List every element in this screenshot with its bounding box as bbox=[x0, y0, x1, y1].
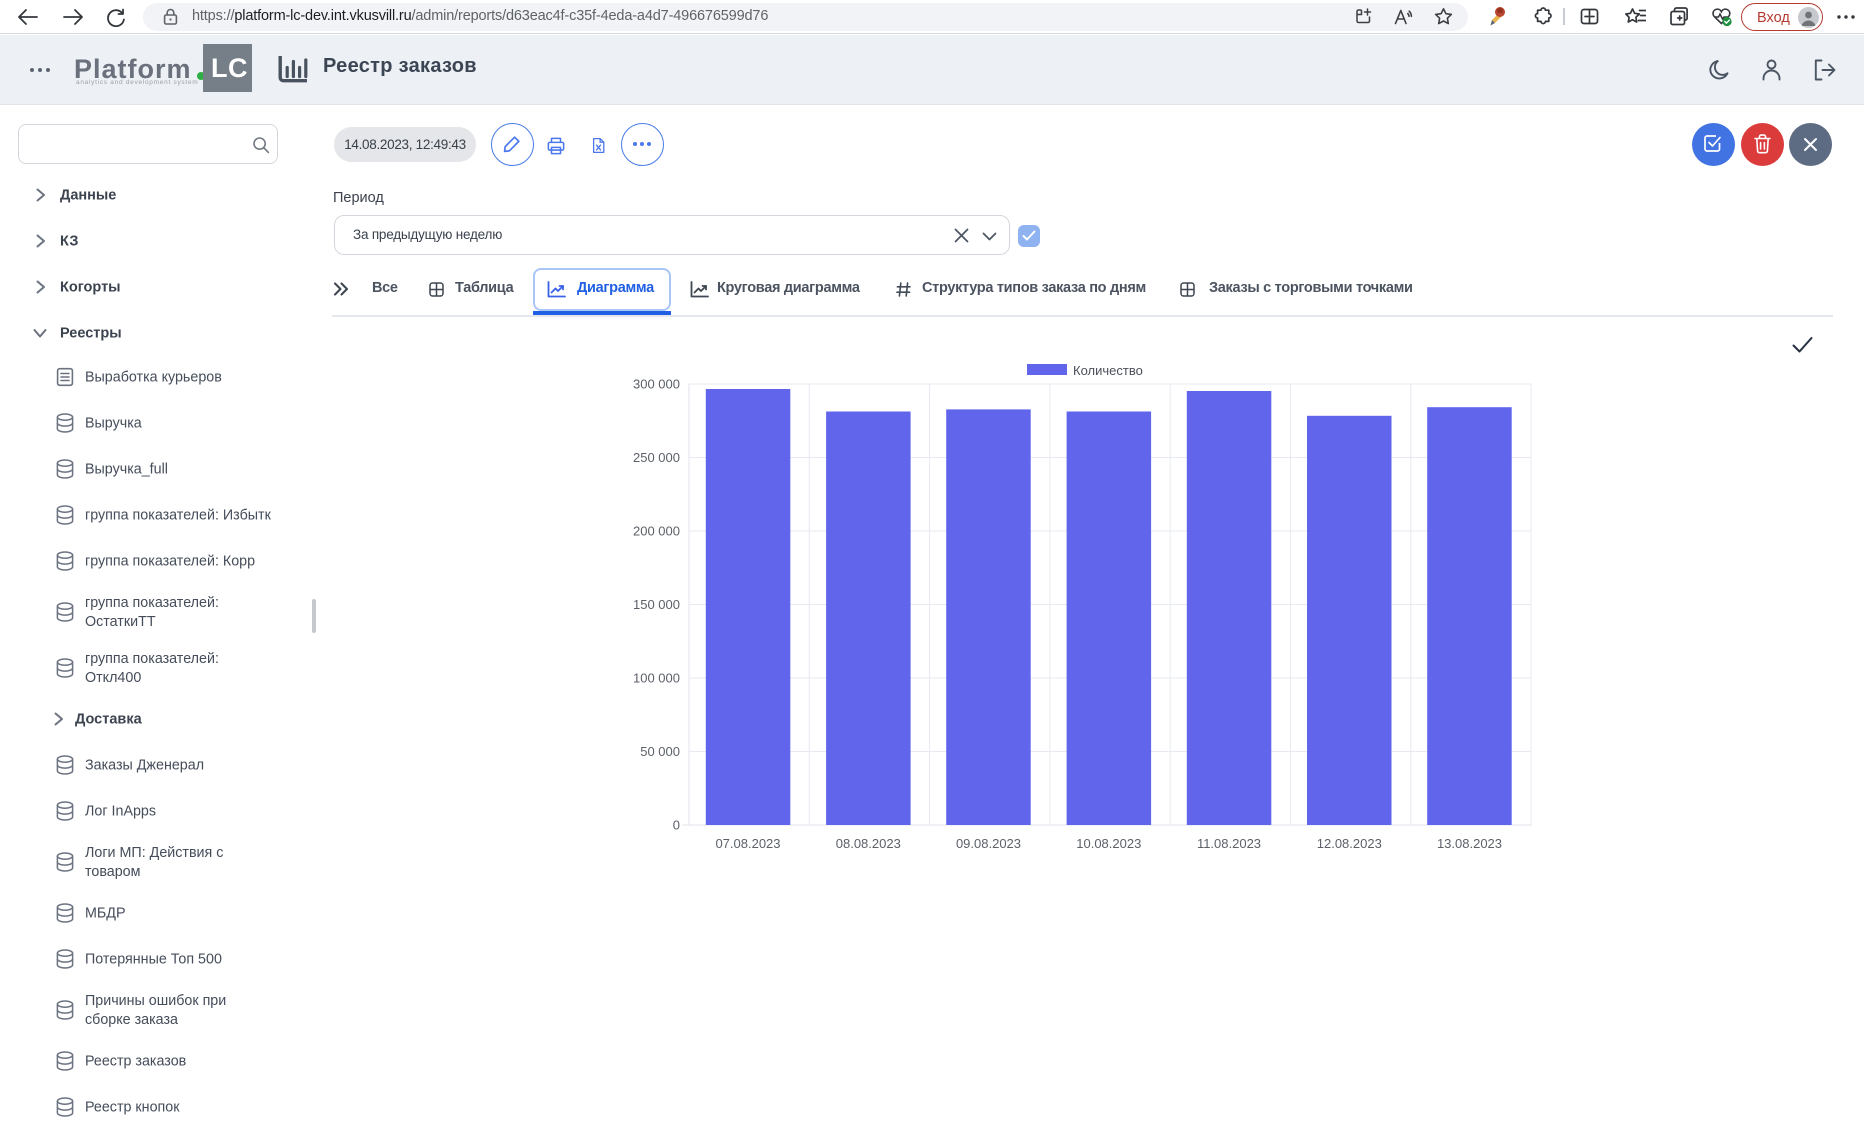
svg-text:Количество: Количество bbox=[1073, 363, 1143, 378]
svg-text:100 000: 100 000 bbox=[633, 671, 680, 686]
svg-text:250 000: 250 000 bbox=[633, 450, 680, 465]
svg-text:10.08.2023: 10.08.2023 bbox=[1076, 836, 1141, 851]
svg-text:0: 0 bbox=[673, 818, 680, 833]
svg-text:50 000: 50 000 bbox=[640, 744, 680, 759]
svg-text:150 000: 150 000 bbox=[633, 597, 680, 612]
svg-text:200 000: 200 000 bbox=[633, 524, 680, 539]
svg-text:07.08.2023: 07.08.2023 bbox=[715, 836, 780, 851]
svg-text:12.08.2023: 12.08.2023 bbox=[1317, 836, 1382, 851]
svg-text:13.08.2023: 13.08.2023 bbox=[1437, 836, 1502, 851]
svg-text:08.08.2023: 08.08.2023 bbox=[836, 836, 901, 851]
svg-text:09.08.2023: 09.08.2023 bbox=[956, 836, 1021, 851]
svg-text:300 000: 300 000 bbox=[633, 377, 680, 392]
svg-text:11.08.2023: 11.08.2023 bbox=[1197, 836, 1261, 851]
